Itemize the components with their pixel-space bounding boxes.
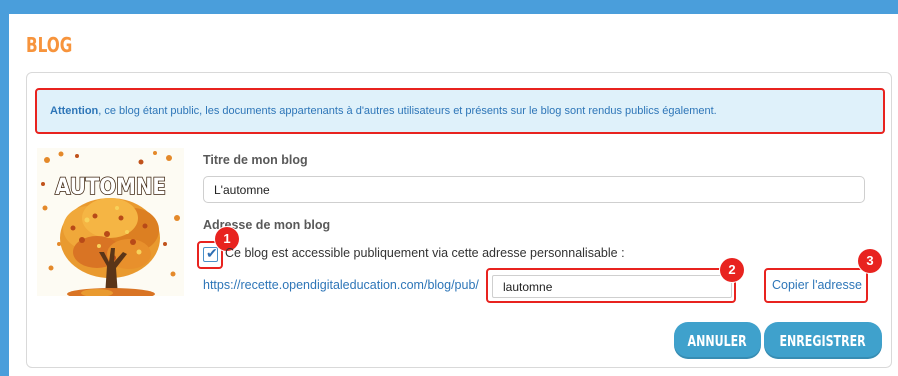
alert-strong: Attention [50,105,99,117]
public-checkbox-label: Ce blog est accessible publiquement via … [225,246,625,260]
left-border [0,0,9,376]
copy-link-highlight [764,268,868,303]
thumbnail-title: AUTOMNE [54,174,166,201]
step-badge-2: 2 [720,258,744,282]
cancel-button-label: ANNULER [687,331,748,350]
save-button-label: ENREGISTRER [779,331,867,350]
step-badge-3: 3 [858,249,882,273]
blog-title-input[interactable] [203,176,865,203]
top-border [0,0,898,14]
autumn-tree-illustration [37,148,184,296]
slug-highlight [486,268,736,303]
public-warning-alert: Attention, ce blog étant public, les doc… [35,88,885,134]
page-title: BLOG [26,33,73,57]
blog-title-label: Titre de mon blog [203,153,308,167]
alert-text: , ce blog étant public, les documents ap… [98,105,717,117]
blog-url-prefix: https://recette.opendigitaleducation.com… [203,278,479,292]
save-button[interactable]: ENREGISTRER [764,322,882,359]
cancel-button[interactable]: ANNULER [674,322,761,359]
blog-thumbnail[interactable]: AUTOMNE [37,148,184,296]
